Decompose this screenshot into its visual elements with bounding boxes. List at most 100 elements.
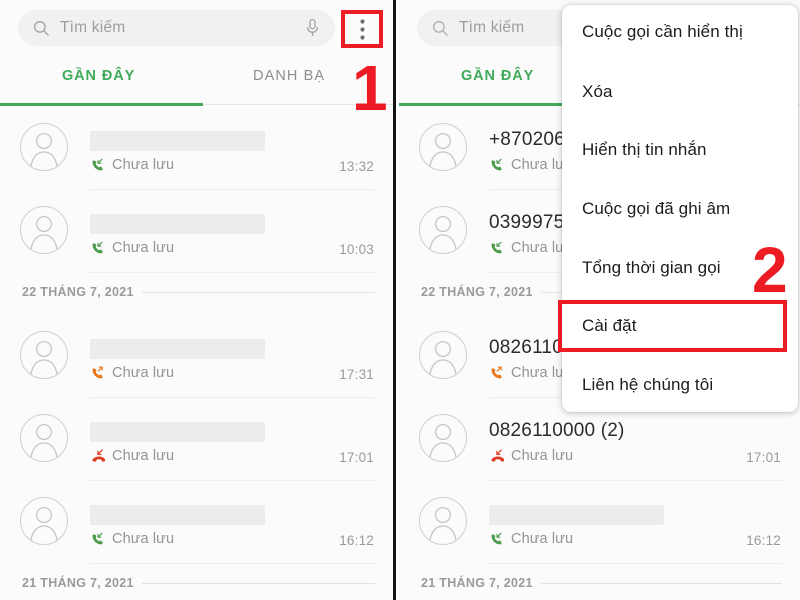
more-vertical-icon [359, 18, 365, 40]
date-separator-label: 21 THÁNG 7, 2021 [421, 576, 541, 590]
call-time: 16:12 [339, 533, 374, 548]
contact-name-redacted [90, 505, 265, 525]
avatar [419, 206, 467, 254]
call-type-missed-icon [92, 448, 106, 462]
overflow-dropdown-menu[interactable]: Cuộc gọi cần hiển thị Xóa Hiển thị tin nhắ… [562, 5, 798, 412]
date-separator-label: 22 THÁNG 7, 2021 [22, 285, 142, 299]
call-status: Chưa lưu [489, 365, 573, 381]
call-type-outgoing-icon [92, 366, 103, 378]
menu-item-1[interactable]: Xóa [582, 82, 788, 102]
search-placeholder-right: Tìm kiếm [459, 19, 525, 36]
menu-item-2[interactable]: Hiển thị tin nhắn [582, 140, 788, 160]
avatar [419, 331, 467, 379]
avatar-person-icon [29, 215, 59, 253]
contact-name: 0826110000 (2) [489, 420, 625, 441]
tab-recent[interactable]: GẦN ĐÂY [62, 68, 135, 84]
call-status-label: Chưa lưu [112, 240, 175, 256]
search-bar[interactable]: Tìm kiếm [18, 10, 335, 46]
call-time: 10:03 [339, 242, 374, 257]
contact-name-redacted [489, 505, 664, 525]
overflow-menu-button[interactable] [341, 10, 383, 48]
tab-active-indicator [0, 103, 203, 106]
call-time: 17:01 [746, 450, 781, 465]
call-log-row[interactable]: Chưa lưu 16:12 [0, 481, 393, 564]
contact-name-redacted [90, 422, 265, 442]
contact-name-redacted [90, 131, 265, 151]
avatar [20, 331, 68, 379]
call-status-label: Chưa lưu [511, 448, 574, 464]
call-type-missed-icon [491, 448, 505, 462]
call-type-incoming-icon [92, 532, 103, 544]
search-icon [33, 20, 49, 36]
search-icon [432, 20, 448, 36]
call-log-row[interactable]: Chưa lưu 17:31 [0, 315, 393, 398]
avatar [20, 497, 68, 545]
date-separator: 21 THÁNG 7, 2021 [0, 564, 393, 600]
call-log-list-left[interactable]: Chưa lưu 13:32 Chưa lưu 10:03 22 THÁNG 7, 20… [0, 107, 393, 600]
call-status-label: Chưa lưu [112, 531, 175, 547]
call-status: Chưa lưu [90, 448, 174, 464]
avatar [20, 414, 68, 462]
menu-item-0[interactable]: Cuộc gọi cần hiển thị [582, 22, 788, 42]
call-status: Chưa lưu [489, 157, 573, 173]
contact-name: +870206 [489, 129, 565, 150]
avatar-person-icon [29, 506, 59, 544]
menu-item-3[interactable]: Cuộc gọi đã ghi âm [582, 199, 788, 219]
avatar-person-icon [428, 423, 458, 461]
call-status-label: Chưa lưu [112, 365, 175, 381]
contact-name-redacted [90, 214, 265, 234]
call-log-row[interactable]: Chưa lưu 13:32 [0, 107, 393, 190]
tab-bar: GẦN ĐÂY DANH BẠ [0, 58, 393, 106]
call-status-label: Chưa lưu [112, 448, 175, 464]
call-log-row[interactable]: Chưa lưu 16:12 [399, 481, 800, 564]
call-type-incoming-icon [491, 532, 502, 544]
call-status: Chưa lưu [90, 531, 174, 547]
contact-name: 0826110 [489, 337, 563, 358]
avatar-person-icon [428, 340, 458, 378]
menu-item-5[interactable]: Cài đặt [582, 316, 788, 336]
call-type-incoming-icon [491, 241, 502, 253]
call-status: Chưa lưu [489, 531, 573, 547]
avatar [419, 123, 467, 171]
avatar [419, 497, 467, 545]
contact-name: 0399975 [489, 212, 565, 233]
call-status: Chưa lưu [90, 365, 174, 381]
tab-recent-right[interactable]: GẦN ĐÂY [461, 68, 534, 84]
annotation-number-2: 2 [752, 234, 788, 306]
avatar-person-icon [428, 506, 458, 544]
call-type-incoming-icon [491, 158, 502, 170]
call-status: Chưa lưu [90, 240, 174, 256]
call-time: 17:01 [339, 450, 374, 465]
date-separator: 22 THÁNG 7, 2021 [0, 273, 393, 315]
call-status: Chưa lưu [489, 448, 573, 464]
call-type-outgoing-icon [491, 366, 502, 378]
contact-name-redacted [90, 339, 265, 359]
call-time: 16:12 [746, 533, 781, 548]
avatar-person-icon [428, 132, 458, 170]
menu-item-6[interactable]: Liên hệ chúng tôi [582, 375, 788, 395]
avatar-person-icon [428, 215, 458, 253]
call-status: Chưa lưu [90, 157, 174, 173]
screenshot-stage: Tìm kiếm GẦN ĐÂY DANH BẠ Chưa lưu 13:32 Ch… [0, 0, 800, 600]
call-type-incoming-icon [92, 241, 103, 253]
avatar-person-icon [29, 423, 59, 461]
call-log-row[interactable]: Chưa lưu 17:01 [0, 398, 393, 481]
date-separator: 21 THÁNG 7, 2021 [399, 564, 800, 600]
call-status-label: Chưa lưu [112, 157, 175, 173]
search-placeholder: Tìm kiếm [60, 19, 126, 36]
avatar [20, 123, 68, 171]
avatar [419, 414, 467, 462]
avatar-person-icon [29, 132, 59, 170]
microphone-icon[interactable] [304, 18, 321, 38]
left-phone-screen: Tìm kiếm GẦN ĐÂY DANH BẠ Chưa lưu 13:32 Ch… [0, 0, 396, 600]
date-separator-label: 22 THÁNG 7, 2021 [421, 285, 541, 299]
call-time: 13:32 [339, 159, 374, 174]
call-status: Chưa lưu [489, 240, 573, 256]
date-separator-label: 21 THÁNG 7, 2021 [22, 576, 142, 590]
call-status-label: Chưa lưu [511, 531, 574, 547]
call-time: 17:31 [339, 367, 374, 382]
call-type-incoming-icon [92, 158, 103, 170]
annotation-number-1: 1 [352, 52, 388, 124]
call-log-row[interactable]: Chưa lưu 10:03 [0, 190, 393, 273]
tab-contacts[interactable]: DANH BẠ [253, 68, 325, 84]
